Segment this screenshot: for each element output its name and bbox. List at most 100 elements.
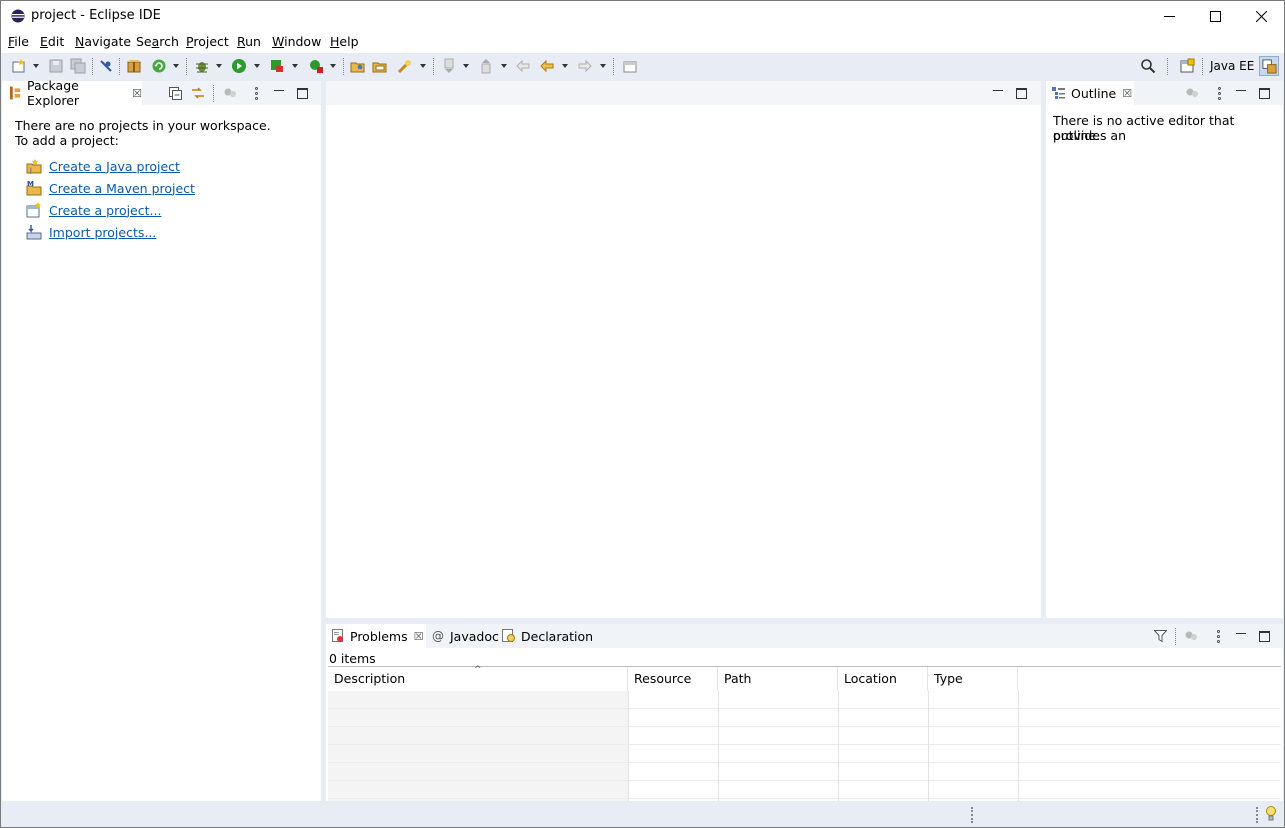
forward-dropdown[interactable] <box>600 64 606 68</box>
window-title: project - Eclipse IDE <box>31 8 161 23</box>
previous-annotation-icon[interactable] <box>477 57 495 75</box>
save-all-icon[interactable] <box>69 57 87 75</box>
menu-search[interactable]: Search <box>136 34 179 49</box>
tab-declaration[interactable]: Declaration <box>502 624 593 648</box>
close-icon <box>1255 10 1267 22</box>
menu-run[interactable]: Run <box>237 34 261 49</box>
view-menu-icon[interactable] <box>249 86 263 100</box>
menu-project[interactable]: Project <box>186 34 229 49</box>
menu-help[interactable]: Help <box>330 34 359 49</box>
import-projects-link[interactable]: Import projects... <box>26 224 156 240</box>
focus-on-task-icon[interactable] <box>1185 86 1199 100</box>
previous-annotation-dropdown[interactable] <box>501 64 507 68</box>
coverage-dropdown[interactable] <box>292 64 298 68</box>
maven-project-icon: M <box>26 180 42 196</box>
column-header-description[interactable]: Description ^ <box>328 665 628 691</box>
package-explorer-icon <box>10 86 21 100</box>
menu-navigate[interactable]: Navigate <box>75 34 131 49</box>
create-project-link[interactable]: Create a project... <box>26 202 161 218</box>
external-tools-icon[interactable] <box>307 57 325 75</box>
toolbar-separator <box>433 58 435 75</box>
column-divider <box>718 691 719 802</box>
maximize-editor-button[interactable] <box>1014 86 1028 100</box>
minimize-view-button[interactable] <box>1234 629 1248 643</box>
last-edit-icon[interactable] <box>514 57 532 75</box>
maximize-view-button[interactable] <box>1257 629 1271 643</box>
perspective-label[interactable]: Java EE <box>1210 59 1254 73</box>
tip-lightbulb-icon[interactable] <box>1265 805 1277 825</box>
close-window-button[interactable] <box>1238 1 1284 31</box>
run-icon[interactable] <box>230 57 248 75</box>
tab-javadoc[interactable]: @ Javadoc <box>432 624 499 648</box>
new-java-package-icon[interactable] <box>125 57 143 75</box>
minimize-view-button[interactable] <box>272 86 286 100</box>
external-tools-dropdown[interactable] <box>330 64 336 68</box>
tab-outline[interactable]: Outline ☒ <box>1046 81 1134 105</box>
collapse-all-icon[interactable] <box>168 86 182 100</box>
outline-header: Outline ☒ <box>1046 81 1283 105</box>
column-header-path[interactable]: Path <box>718 667 838 691</box>
refresh-dropdown[interactable] <box>173 64 179 68</box>
open-task-icon[interactable] <box>371 57 389 75</box>
sort-ascending-icon: ^ <box>474 665 482 675</box>
close-tab-icon[interactable]: ☒ <box>1122 87 1132 100</box>
close-tab-icon[interactable]: ☒ <box>132 87 142 100</box>
outline-message-cont: outline. <box>1053 128 1101 143</box>
table-row <box>328 709 1281 727</box>
search-icon[interactable] <box>1139 57 1157 75</box>
search-marker-icon[interactable] <box>396 57 414 75</box>
toolbar-separator <box>92 58 94 75</box>
run-dropdown[interactable] <box>254 64 260 68</box>
pin-editor-icon[interactable] <box>621 57 639 75</box>
problems-icon <box>332 629 343 642</box>
minimize-editor-button[interactable] <box>991 86 1005 100</box>
back-icon[interactable] <box>538 57 556 75</box>
link-with-editor-icon[interactable] <box>191 86 205 100</box>
focus-on-task-icon[interactable] <box>223 86 237 100</box>
search-marker-dropdown[interactable] <box>420 64 426 68</box>
save-icon[interactable] <box>47 57 65 75</box>
tab-package-explorer[interactable]: Package Explorer ☒ <box>2 78 142 108</box>
eclipse-window: project - Eclipse IDE File Edit Navigate… <box>0 0 1285 828</box>
column-header-resource[interactable]: Resource <box>628 667 718 691</box>
menu-file[interactable]: File <box>8 34 29 49</box>
tab-problems[interactable]: Problems ☒ <box>326 624 426 648</box>
next-annotation-dropdown[interactable] <box>463 64 469 68</box>
table-row <box>328 781 1281 799</box>
column-header-location[interactable]: Location <box>838 667 928 691</box>
new-wizard-icon[interactable] <box>10 57 28 75</box>
java-project-icon: J <box>26 159 42 174</box>
debug-icon[interactable] <box>193 57 211 75</box>
focus-on-task-icon[interactable] <box>1184 629 1198 643</box>
menu-edit[interactable]: Edit <box>40 34 64 49</box>
view-menu-icon[interactable] <box>1212 86 1226 100</box>
debug-dropdown[interactable] <box>216 64 222 68</box>
create-java-project-link[interactable]: J Create a Java project <box>26 158 180 174</box>
new-wizard-dropdown[interactable] <box>33 64 39 68</box>
refresh-icon[interactable] <box>150 57 168 75</box>
skip-breakpoints-icon[interactable] <box>97 57 115 75</box>
open-perspective-icon[interactable] <box>1178 57 1196 75</box>
minimize-view-button[interactable] <box>1234 86 1248 100</box>
maximize-view-button[interactable] <box>1257 86 1271 100</box>
panel-separator <box>1175 628 1177 645</box>
toolbar-separator <box>1202 58 1204 75</box>
maximize-view-button[interactable] <box>295 86 309 100</box>
open-type-icon[interactable] <box>349 57 367 75</box>
coverage-icon[interactable] <box>268 57 286 75</box>
forward-icon[interactable] <box>576 57 594 75</box>
java-ee-perspective-icon[interactable] <box>1259 56 1279 76</box>
view-menu-icon[interactable] <box>1211 629 1225 643</box>
add-project-prompt: To add a project: <box>15 133 119 148</box>
column-header-type[interactable]: Type <box>928 667 1018 691</box>
filter-icon[interactable] <box>1153 629 1167 643</box>
create-maven-project-link[interactable]: M Create a Maven project <box>26 180 195 196</box>
editor-area-header <box>326 81 1041 105</box>
minimize-button[interactable] <box>1146 1 1192 31</box>
close-tab-icon[interactable]: ☒ <box>414 630 424 643</box>
next-annotation-icon[interactable] <box>440 57 458 75</box>
maximize-button[interactable] <box>1192 1 1238 31</box>
back-dropdown[interactable] <box>562 64 568 68</box>
panel-separator <box>213 85 215 102</box>
menu-window[interactable]: Window <box>272 34 321 49</box>
